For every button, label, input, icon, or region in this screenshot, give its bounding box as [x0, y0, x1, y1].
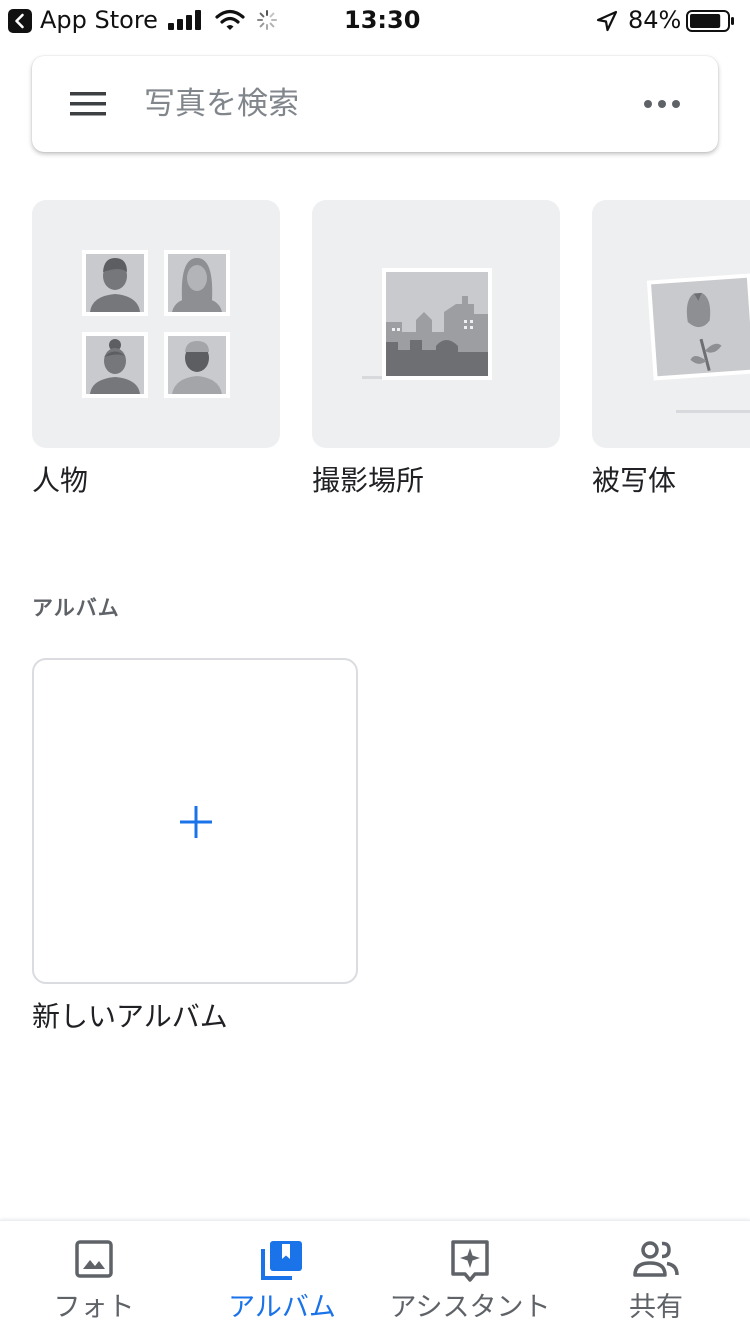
places-illustration — [312, 200, 560, 448]
plus-icon — [180, 806, 212, 838]
explore-carousel[interactable]: 人物 撮影場所 被写体 — [32, 200, 750, 510]
photo-icon — [75, 1240, 113, 1278]
back-to-app-label[interactable]: App Store — [40, 6, 158, 34]
wifi-icon — [215, 9, 245, 30]
hamburger-menu-icon[interactable] — [68, 86, 108, 122]
new-album-button[interactable]: 新しいアルバム — [32, 658, 358, 1034]
explore-card-things[interactable]: 被写体 — [592, 200, 750, 498]
people-illustration — [32, 200, 280, 448]
nav-tab-albums[interactable]: アルバム — [188, 1221, 376, 1335]
album-icon — [261, 1241, 302, 1280]
location-arrow-icon — [596, 10, 618, 32]
nav-label: アルバム — [228, 1292, 336, 1323]
search-bar — [32, 56, 718, 152]
bottom-navigation: フォト アルバム アシスタント 共有 — [0, 1220, 750, 1335]
explore-card-label: 撮影場所 — [312, 464, 425, 497]
activity-spinner-icon — [257, 10, 277, 30]
cellular-signal-icon — [168, 10, 201, 30]
nav-label: 共有 — [629, 1292, 683, 1323]
assistant-icon — [451, 1240, 489, 1282]
nav-tab-photos[interactable]: フォト — [0, 1221, 188, 1335]
search-input[interactable] — [144, 80, 604, 128]
sharing-icon — [633, 1241, 679, 1277]
new-album-tile[interactable] — [32, 658, 358, 984]
status-bar: App Store 13:30 84% — [0, 0, 750, 40]
things-illustration — [592, 200, 750, 448]
explore-card-places[interactable]: 撮影場所 — [312, 200, 560, 498]
nav-label: フォト — [53, 1292, 135, 1323]
nav-tab-sharing[interactable]: 共有 — [562, 1221, 750, 1335]
battery-percent: 84% — [628, 6, 682, 34]
new-album-label: 新しいアルバム — [32, 1000, 228, 1033]
nav-tab-assistant[interactable]: アシスタント — [376, 1221, 564, 1335]
nav-label: アシスタント — [389, 1292, 551, 1323]
back-arrow-icon[interactable] — [8, 9, 32, 33]
clock-time: 13:30 — [344, 6, 421, 34]
explore-card-people[interactable]: 人物 — [32, 200, 280, 498]
explore-card-label: 被写体 — [592, 464, 677, 497]
battery-icon — [686, 10, 734, 32]
explore-card-label: 人物 — [32, 464, 89, 497]
more-options-icon[interactable] — [640, 86, 684, 122]
albums-section-title: アルバム — [32, 596, 120, 620]
